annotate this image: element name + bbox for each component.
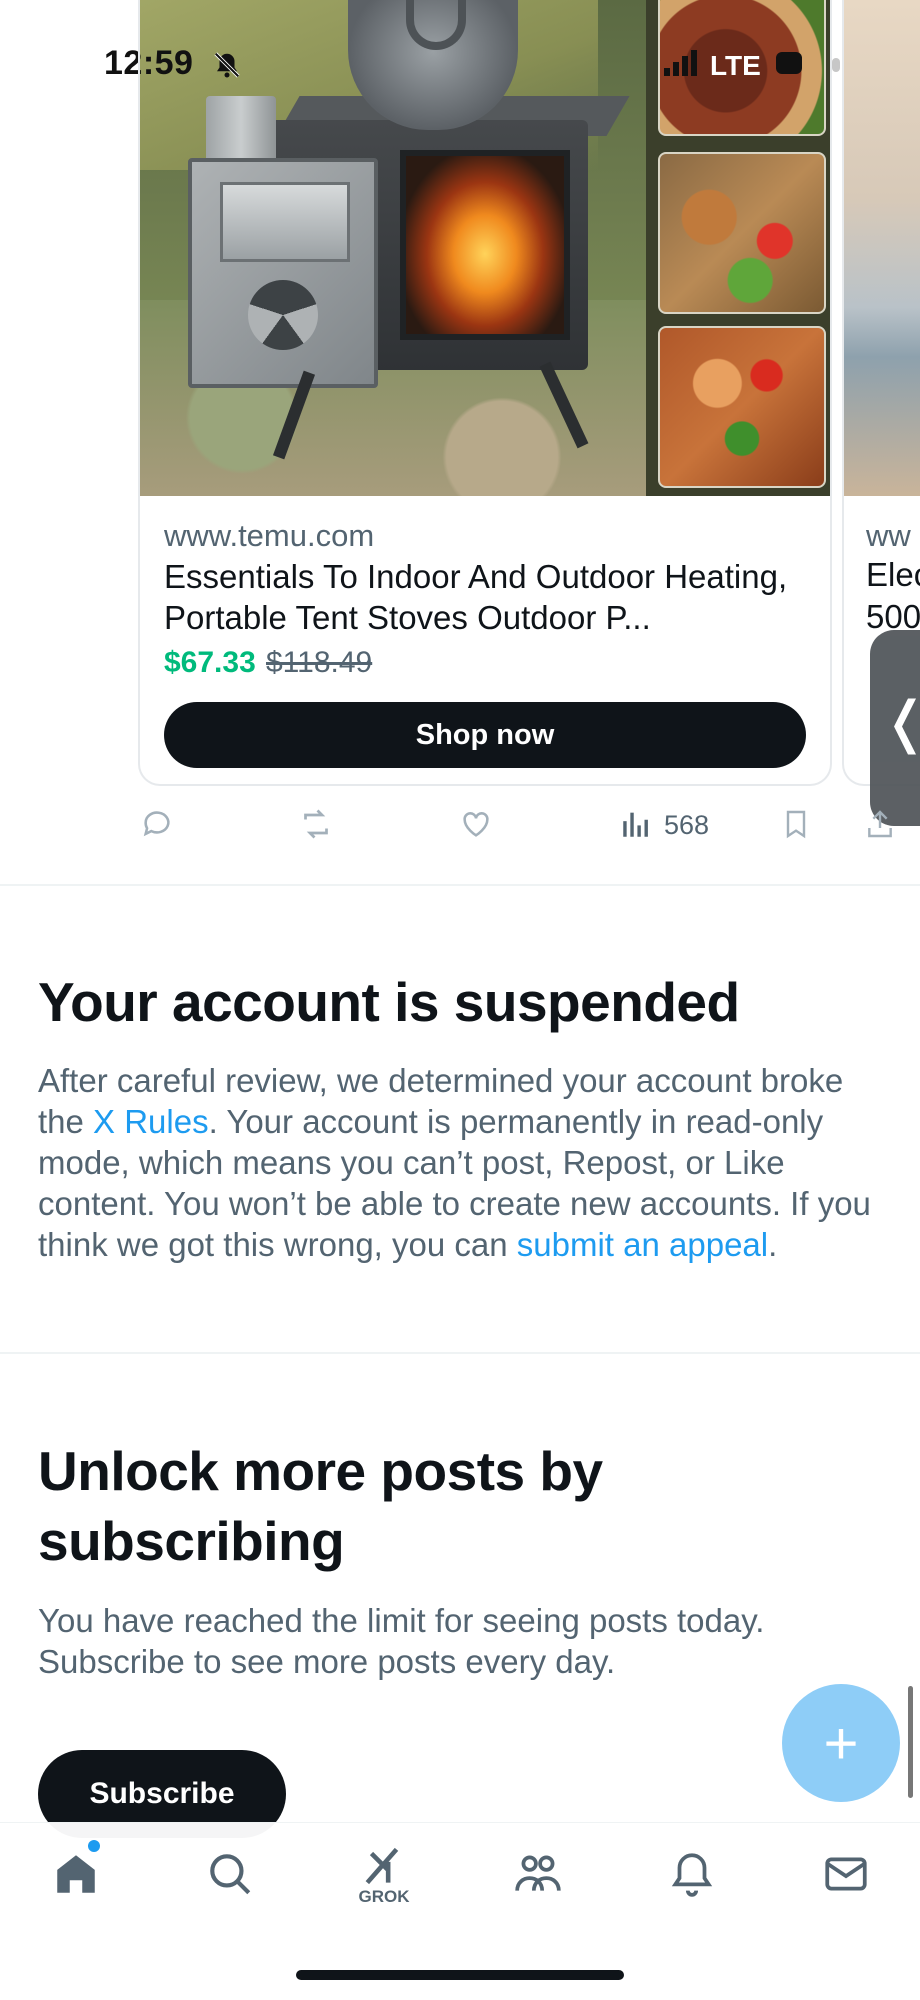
carousel-handle[interactable]: ❬: [870, 630, 920, 826]
suspended-heading: Your account is suspended: [38, 971, 740, 1033]
views-count: 568: [664, 810, 710, 840]
tab-notifications[interactable]: [652, 1841, 732, 1907]
home-icon: [57, 1855, 95, 1893]
bottom-tab-bar: GROK: [0, 1822, 920, 1922]
ad-product-title[interactable]: Essentials To Indoor And Outdoor Heating…: [164, 556, 814, 638]
mail-icon: [825, 1857, 867, 1891]
views-icon: [623, 812, 648, 837]
like-button[interactable]: [458, 806, 494, 842]
subscribe-message: You have reached the limit for seeing po…: [38, 1602, 765, 1680]
like-icon: [463, 812, 489, 837]
ad-card-info: www.temu.com Essentials To Indoor And Ou…: [138, 496, 832, 786]
section-divider: [0, 1352, 920, 1354]
tab-home[interactable]: [36, 1841, 116, 1907]
tab-grok[interactable]: GROK: [344, 1841, 424, 1907]
tab-communities[interactable]: [498, 1841, 578, 1907]
chevron-left-icon: ❬: [882, 694, 920, 750]
camera-indicator: [832, 58, 840, 72]
price-original: $118.49: [266, 646, 373, 679]
suspended-text-3: .: [768, 1226, 778, 1263]
new-posts-indicator: [88, 1840, 100, 1852]
tab-messages[interactable]: [806, 1841, 886, 1907]
share-icon: [868, 810, 892, 838]
section-divider: [0, 884, 920, 886]
bookmark-icon: [786, 810, 806, 839]
scrollbar[interactable]: [908, 1686, 913, 1798]
views-button[interactable]: [618, 806, 654, 842]
bookmark-button[interactable]: [778, 806, 814, 842]
grok-icon: [365, 1847, 399, 1885]
repost-icon: [304, 809, 328, 839]
submit-appeal-link[interactable]: submit an appeal: [517, 1226, 768, 1263]
tab-search[interactable]: [190, 1841, 270, 1907]
bell-icon: [671, 1853, 713, 1897]
plus-icon: +: [823, 1709, 859, 1777]
repost-button[interactable]: [298, 806, 334, 842]
reply-icon: [143, 811, 170, 837]
ad-domain[interactable]: www.temu.com: [164, 518, 374, 554]
tab-grok-label: GROK: [358, 1887, 410, 1906]
reply-button[interactable]: [139, 806, 175, 842]
compose-post-button[interactable]: +: [782, 1684, 900, 1802]
suspended-message: After careful review, we determined your…: [38, 1060, 898, 1265]
subscribe-heading: Unlock more posts by subscribing: [38, 1440, 603, 1572]
next-ad-title[interactable]: Elec: [866, 556, 920, 594]
communities-icon: [515, 1855, 561, 1891]
share-button[interactable]: [862, 806, 898, 842]
home-indicator[interactable]: [296, 1970, 624, 1980]
next-ad-domain[interactable]: ww: [866, 518, 911, 554]
shop-now-button[interactable]: Shop now: [164, 702, 806, 768]
x-rules-link[interactable]: X Rules: [93, 1103, 209, 1140]
price-current: $67.33: [164, 646, 256, 679]
search-icon: [210, 1854, 251, 1895]
